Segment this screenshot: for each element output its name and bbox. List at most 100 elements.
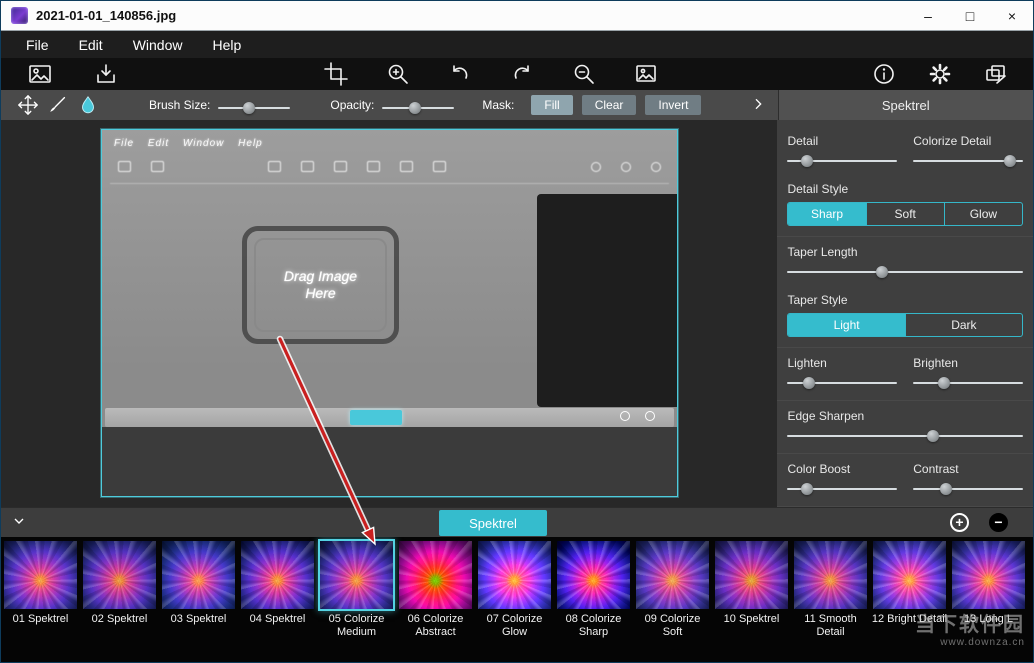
slider-track[interactable]	[913, 382, 1023, 384]
open-image-icon[interactable]	[27, 61, 53, 87]
brush-size-slider[interactable]	[218, 101, 290, 115]
mask-invert-button[interactable]: Invert	[645, 95, 701, 115]
undo-icon[interactable]	[447, 61, 473, 87]
preset-thumbnail-image[interactable]	[162, 541, 235, 609]
chevron-down-icon[interactable]	[11, 513, 27, 532]
contrast-slider[interactable]	[913, 482, 1023, 496]
preset-thumbnail-label: 06 Colorize Abstract	[398, 613, 474, 638]
maximize-button[interactable]: □	[949, 1, 991, 30]
slider-handle[interactable]	[940, 483, 952, 495]
panel-header-title: Spektrel	[778, 90, 1034, 120]
preset-thumbnail[interactable]: 08 Colorize Sharp	[554, 541, 633, 663]
preset-thumbnail[interactable]: 11 Smooth Detail	[791, 541, 870, 663]
slider-handle[interactable]	[876, 266, 888, 278]
gear-icon[interactable]	[927, 61, 953, 87]
slider-track[interactable]	[787, 435, 1023, 437]
preset-thumbnail[interactable]: 09 Colorize Soft	[633, 541, 712, 663]
preset-thumbnail-image[interactable]	[557, 541, 630, 609]
main-toolbar	[1, 58, 1033, 90]
info-icon[interactable]	[871, 61, 897, 87]
preset-thumbnail[interactable]: 10 Spektrel	[712, 541, 791, 663]
menu-edit[interactable]: Edit	[64, 31, 118, 58]
slider-handle[interactable]	[801, 483, 813, 495]
menu-help[interactable]: Help	[197, 31, 256, 58]
menu-file[interactable]: File	[11, 31, 64, 58]
preset-thumbnail-image[interactable]	[478, 541, 551, 609]
preset-thumbnail-image[interactable]	[636, 541, 709, 609]
preview-sketch-divider	[110, 183, 669, 184]
detail-style-soft-button[interactable]: Soft	[866, 203, 944, 225]
taper-length-slider[interactable]	[787, 265, 1023, 279]
preset-thumbnail-image[interactable]	[399, 541, 472, 609]
taper-style-light-button[interactable]: Light	[788, 314, 904, 336]
preset-thumbnail[interactable]: 03 Spektrel	[159, 541, 238, 663]
drag-image-here-text: Drag Image Here	[271, 268, 371, 303]
preset-thumbnail-image[interactable]	[4, 541, 77, 609]
menu-window[interactable]: Window	[118, 31, 198, 58]
color-boost-slider[interactable]	[787, 482, 897, 496]
opacity-slider[interactable]	[382, 101, 454, 115]
preset-thumbnail-image[interactable]	[83, 541, 156, 609]
detail-style-sharp-button[interactable]: Sharp	[788, 203, 865, 225]
preset-thumbnail-label: 07 Colorize Glow	[477, 613, 553, 638]
add-preset-button[interactable]: +	[950, 513, 969, 532]
minimize-button[interactable]: –	[907, 1, 949, 30]
crop-icon[interactable]	[323, 61, 349, 87]
canvas-area[interactable]: File Edit Window Help Drag Image Here	[1, 120, 777, 507]
slider-handle[interactable]	[243, 102, 255, 114]
preset-thumbnail[interactable]: 05 Colorize Medium	[317, 541, 396, 663]
mask-fill-button[interactable]: Fill	[531, 95, 572, 115]
preset-thumbnail-image[interactable]	[873, 541, 946, 609]
detail-slider[interactable]	[787, 154, 897, 168]
preset-thumbnail-image[interactable]	[715, 541, 788, 609]
slider-track[interactable]	[787, 271, 1023, 273]
brighten-label: Brighten	[913, 356, 1023, 370]
preset-category-tab[interactable]: Spektrel	[439, 510, 547, 536]
divider	[777, 236, 1033, 237]
preset-thumbnail[interactable]: 04 Spektrel	[238, 541, 317, 663]
image-preview: File Edit Window Help Drag Image Here	[101, 129, 678, 497]
chevron-right-icon[interactable]	[750, 96, 766, 115]
contrast-label: Contrast	[913, 462, 1023, 476]
detail-style-segmented: Sharp Soft Glow	[787, 202, 1023, 226]
close-button[interactable]: ×	[991, 1, 1033, 30]
preset-thumbnail[interactable]: 02 Spektrel	[80, 541, 159, 663]
eraser-tool-icon[interactable]	[73, 92, 103, 118]
preset-thumbnail[interactable]: 06 Colorize Abstract	[396, 541, 475, 663]
brush-tool-icon[interactable]	[43, 92, 73, 118]
slider-handle[interactable]	[927, 430, 939, 442]
zoom-out-icon[interactable]	[571, 61, 597, 87]
edge-sharpen-slider[interactable]	[787, 429, 1023, 443]
presets-icon[interactable]	[983, 61, 1009, 87]
compare-image-icon[interactable]	[633, 61, 659, 87]
preset-thumbnail-image[interactable]	[241, 541, 314, 609]
brighten-slider[interactable]	[913, 376, 1023, 390]
preset-thumbnail-image[interactable]	[320, 541, 393, 609]
preset-thumbnail-image[interactable]	[952, 541, 1025, 609]
preset-thumbnail[interactable]: 12 Bright Detail	[870, 541, 949, 663]
mask-clear-button[interactable]: Clear	[582, 95, 637, 115]
redo-icon[interactable]	[509, 61, 535, 87]
preset-thumbnail[interactable]: 01 Spektrel	[1, 541, 80, 663]
slider-handle[interactable]	[801, 155, 813, 167]
slider-handle[interactable]	[803, 377, 815, 389]
slider-handle[interactable]	[938, 377, 950, 389]
menu-bar: File Edit Window Help	[1, 31, 1033, 58]
zoom-in-icon[interactable]	[385, 61, 411, 87]
opacity-label: Opacity:	[330, 98, 374, 112]
mask-label: Mask:	[482, 98, 514, 112]
slider-handle[interactable]	[1004, 155, 1016, 167]
taper-style-dark-button[interactable]: Dark	[905, 314, 1022, 336]
colorize-detail-slider[interactable]	[913, 154, 1023, 168]
slider-track[interactable]	[913, 488, 1023, 490]
preset-thumbnail-image[interactable]	[794, 541, 867, 609]
slider-handle[interactable]	[409, 102, 421, 114]
preset-thumbnail[interactable]: 07 Colorize Glow	[475, 541, 554, 663]
remove-preset-button[interactable]: −	[989, 513, 1008, 532]
detail-style-glow-button[interactable]: Glow	[944, 203, 1022, 225]
move-tool-icon[interactable]	[13, 92, 43, 118]
save-icon[interactable]	[93, 61, 119, 87]
preset-thumbnail-label: 05 Colorize Medium	[319, 613, 395, 638]
preset-thumbnail[interactable]: 13 Long L	[949, 541, 1028, 663]
lighten-slider[interactable]	[787, 376, 897, 390]
